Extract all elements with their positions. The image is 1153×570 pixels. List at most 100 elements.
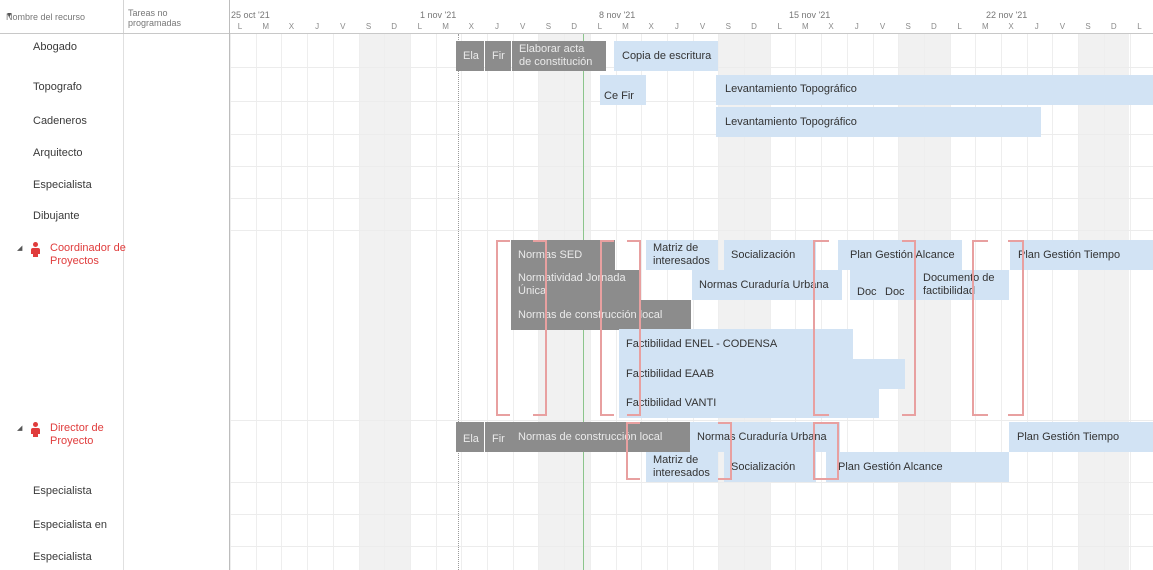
task-bar[interactable]: Socialización	[724, 452, 816, 482]
task-bar[interactable]: Fir	[485, 41, 511, 71]
day-label: M	[442, 22, 449, 31]
resource-row-topografo[interactable]: Topografo	[33, 81, 82, 93]
gantt-chart-area[interactable]: Ela Fir Elaborar acta de constitución Co…	[230, 34, 1153, 570]
day-label: X	[1008, 22, 1014, 31]
person-icon	[30, 242, 40, 258]
week-label: 22 nov '21	[986, 10, 1028, 20]
resource-row-coordinador-de-proyectos[interactable]: Coordinador de Proyectos	[50, 242, 130, 268]
day-label: V	[1059, 22, 1066, 31]
resource-row-especialista-en[interactable]: Especialista en	[33, 519, 107, 531]
overallocation-bracket	[813, 240, 829, 416]
task-bar[interactable]: Factibilidad VANTI	[619, 388, 879, 418]
overallocation-bracket	[902, 240, 916, 416]
row-gridline	[230, 514, 1153, 515]
day-label: X	[828, 22, 834, 31]
triangle-down-icon[interactable]: ▼	[6, 12, 13, 19]
task-bar[interactable]: Matriz de interesados	[646, 452, 718, 482]
day-label: S	[905, 22, 911, 31]
row-gridline	[230, 546, 1153, 547]
day-label: S	[1085, 22, 1091, 31]
resource-row-abogado[interactable]: Abogado	[33, 41, 77, 53]
resource-row-director-de-proyecto[interactable]: Director de Proyecto	[50, 422, 120, 448]
day-gridline	[1052, 34, 1054, 570]
day-label: X	[648, 22, 654, 31]
resource-row-especialista[interactable]: Especialista	[33, 179, 92, 191]
day-label: D	[391, 22, 398, 31]
week-label: 1 nov '21	[420, 10, 457, 20]
task-bar[interactable]: Plan Gestión Tiempo	[1010, 240, 1153, 270]
task-bar[interactable]: Plan Gestión Alcance	[838, 240, 962, 270]
day-gridline	[332, 34, 334, 570]
day-label: D	[571, 22, 577, 31]
row-gridline	[230, 420, 1153, 421]
task-bar[interactable]: Ela	[456, 41, 484, 71]
resource-row-arquitecto[interactable]: Arquitecto	[33, 147, 83, 159]
collapse-triangle-icon[interactable]: ◢	[17, 424, 22, 432]
day-label: D	[751, 22, 757, 31]
resource-name-column-header[interactable]: Nombre del recurso ▼	[0, 0, 124, 33]
overallocation-bracket	[626, 422, 640, 480]
day-gridline	[384, 34, 386, 570]
row-gridline	[230, 198, 1153, 199]
task-bar[interactable]: Copia de escritura	[614, 41, 718, 71]
day-label: L	[237, 22, 243, 31]
timescale[interactable]: 25 oct '21 1 nov '21 8 nov '21 15 nov '2…	[229, 0, 1153, 33]
collapse-triangle-icon[interactable]: ◢	[17, 244, 22, 252]
person-icon	[30, 422, 40, 438]
week-label: 25 oct '21	[231, 10, 270, 20]
task-bar[interactable]: Levantamiento Topográfico	[716, 107, 1041, 137]
resource-row-cadeneros[interactable]: Cadeneros	[33, 115, 87, 127]
day-label: X	[468, 22, 474, 31]
day-label: L	[957, 22, 962, 31]
day-gridline	[358, 34, 360, 570]
day-gridline	[1078, 34, 1080, 570]
row-gridline	[230, 230, 1153, 231]
task-bar[interactable]: Plan Gestión Tiempo	[1009, 422, 1153, 452]
week-label: 8 nov '21	[599, 10, 636, 20]
day-gridline	[692, 34, 694, 570]
day-label: S	[365, 22, 372, 31]
task-bar[interactable]: Levantamiento Topográfico	[716, 75, 1153, 105]
day-label: M	[981, 22, 989, 31]
day-gridline	[461, 34, 463, 570]
day-label: M	[622, 22, 629, 31]
day-gridline	[1103, 34, 1105, 570]
day-label: M	[262, 22, 270, 31]
task-bar[interactable]: Normas de construcción local	[511, 422, 691, 452]
day-label: D	[931, 22, 937, 31]
day-gridline	[307, 34, 309, 570]
task-bar[interactable]: Ela	[456, 422, 484, 452]
overallocation-bracket	[1008, 240, 1024, 416]
day-gridline	[409, 34, 411, 570]
task-bar[interactable]: Ce Fir	[600, 75, 646, 105]
project-start-line	[458, 34, 459, 570]
task-bar[interactable]: Documento de factibilidad	[908, 270, 1009, 300]
overallocation-bracket	[600, 240, 614, 416]
unscheduled-tasks-column-header[interactable]: Tareas no programadas	[123, 0, 230, 33]
week-label: 15 nov '21	[789, 10, 831, 20]
overallocation-bracket	[533, 240, 547, 416]
overallocation-bracket	[813, 422, 827, 480]
task-bar[interactable]: Plan Gestión Alcance	[826, 452, 1009, 482]
task-bar[interactable]: Elaborar acta de constitución	[512, 41, 606, 71]
overallocation-bracket	[827, 422, 839, 480]
task-bar[interactable]: Socialización	[724, 240, 816, 270]
day-label: V	[520, 22, 526, 31]
row-gridline	[230, 482, 1153, 483]
day-label: L	[1137, 22, 1142, 31]
resource-row-especialista-3[interactable]: Especialista	[33, 551, 92, 563]
overallocation-bracket	[627, 240, 641, 416]
task-bar[interactable]: Factibilidad EAAB	[619, 359, 905, 389]
day-label: L	[597, 22, 603, 31]
unscheduled-tasks-header-label: Tareas no programadas	[128, 8, 182, 28]
team-planner-view: Nombre del recurso ▼ Tareas no programad…	[0, 0, 1153, 570]
day-label: M	[802, 22, 809, 31]
resource-row-especialista-2[interactable]: Especialista	[33, 485, 92, 497]
day-label: L	[417, 22, 423, 31]
task-bar[interactable]: Normatividad Jornada Única	[511, 270, 641, 300]
day-label: V	[879, 22, 886, 31]
overallocation-bracket	[496, 240, 510, 416]
task-bar[interactable]: Fir	[485, 422, 511, 452]
resource-row-dibujante[interactable]: Dibujante	[33, 210, 79, 222]
task-bar[interactable]: Matriz de interesados	[646, 240, 718, 270]
